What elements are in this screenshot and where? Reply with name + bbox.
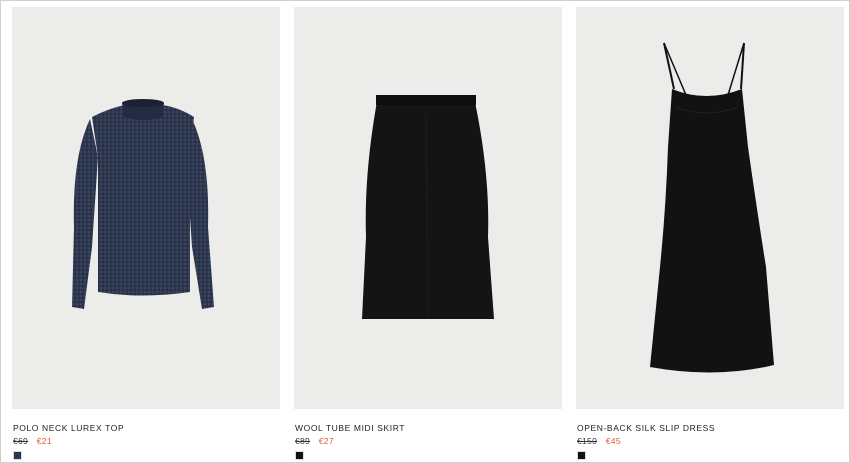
lurex-top-image [72,99,214,309]
product-image-link[interactable] [12,7,280,409]
product-prices: €69 €21 [13,436,52,446]
product-prices: €150 €45 [577,436,621,446]
color-swatch[interactable] [577,451,586,460]
original-price: €69 [13,436,29,446]
product-name[interactable]: OPEN-BACK SILK SLIP DRESS [577,423,715,433]
product-image-link[interactable] [576,7,844,409]
product-card[interactable]: POLO NECK LUREX TOP €69 €21 [12,7,280,460]
slip-dress-image [650,42,774,373]
product-card[interactable]: WOOL TUBE MIDI SKIRT €89 €27 [294,7,562,460]
color-swatch[interactable] [295,451,304,460]
product-prices: €89 €27 [295,436,334,446]
product-name[interactable]: POLO NECK LUREX TOP [13,423,124,433]
product-name[interactable]: WOOL TUBE MIDI SKIRT [295,423,405,433]
sale-price: €27 [318,436,334,446]
sale-price: €45 [605,436,621,446]
sale-price: €21 [36,436,52,446]
tube-skirt-image [362,95,494,319]
product-grid: POLO NECK LUREX TOP €69 €21 WOOL TUBE MI… [12,7,844,460]
product-card[interactable]: OPEN-BACK SILK SLIP DRESS €150 €45 [576,7,844,460]
product-image-link[interactable] [294,7,562,409]
color-swatch[interactable] [13,451,22,460]
original-price: €89 [295,436,311,446]
original-price: €150 [577,436,598,446]
